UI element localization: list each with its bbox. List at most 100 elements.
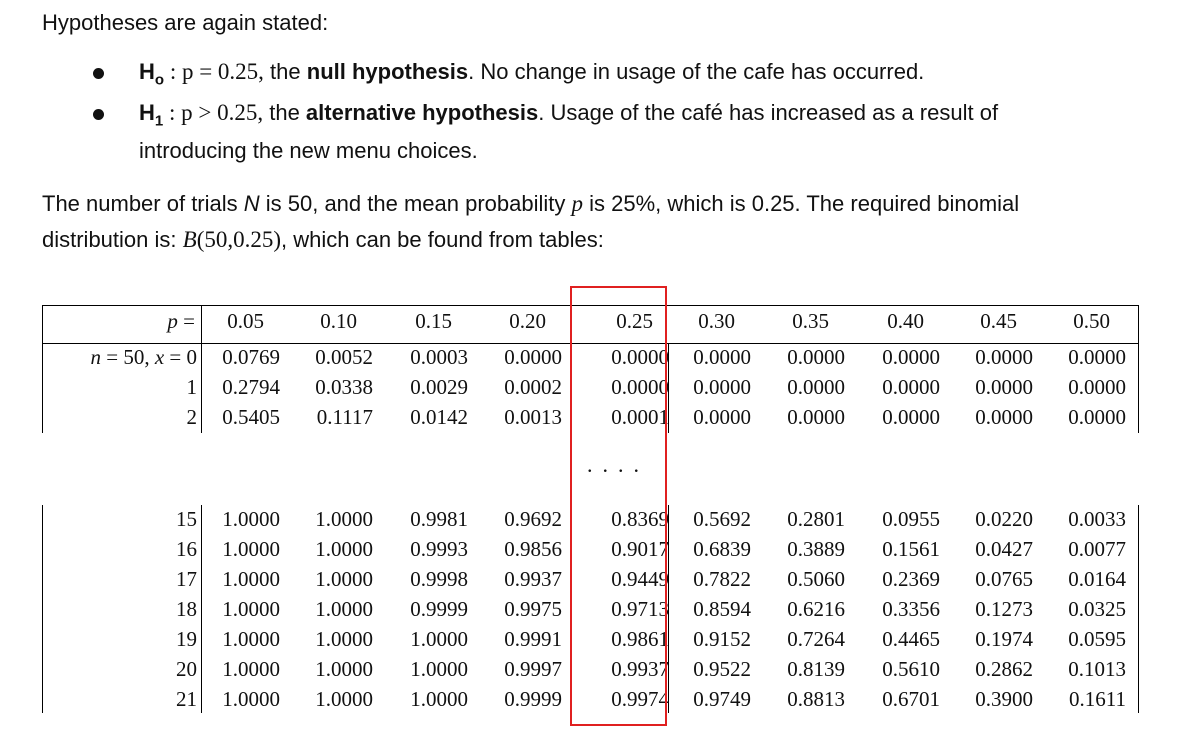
cell-x15-col6: 0.5692 <box>693 507 751 531</box>
cell-x0-col10: 0.0000 <box>1068 345 1126 369</box>
cell-x16-col3: 0.9993 <box>410 537 468 561</box>
cell-x17-col8: 0.2369 <box>882 567 940 591</box>
ellipsis: .... <box>587 452 649 477</box>
cell-x1-col7: 0.0000 <box>787 375 845 399</box>
row-label-x1: 1 <box>186 375 198 399</box>
cell-x18-col3: 0.9999 <box>410 597 468 621</box>
cell-x21-col6: 0.9749 <box>693 687 751 711</box>
cell-x20-col6: 0.9522 <box>693 657 751 681</box>
column-header-0.10: 0.10 <box>320 309 357 333</box>
column-header-0.20: 0.20 <box>509 309 546 333</box>
cell-x1-col8: 0.0000 <box>882 375 940 399</box>
row-label-x0: n = 50, x = 0 <box>90 345 197 369</box>
table-right-border <box>1138 305 1139 433</box>
cell-x17-col1: 1.0000 <box>222 567 280 591</box>
h1-label: H1 <box>139 100 164 130</box>
cell-x0-col6: 0.0000 <box>693 345 751 369</box>
row-label-x15: 15 <box>176 507 197 531</box>
h1-line2: introducing the new menu choices. <box>139 138 478 163</box>
cell-x1-col3: 0.0029 <box>410 375 468 399</box>
cell-x2-col10: 0.0000 <box>1068 405 1126 429</box>
cell-x16-col8: 0.1561 <box>882 537 940 561</box>
cell-x2-col4: 0.0013 <box>504 405 562 429</box>
h0-math: : p = 0.25, <box>164 59 264 84</box>
h0-bold: null hypothesis <box>306 59 469 84</box>
cell-x2-col6: 0.0000 <box>693 405 751 429</box>
cell-x20-col1: 1.0000 <box>222 657 280 681</box>
row-label-x2: 2 <box>186 405 198 429</box>
cell-x21-col3: 1.0000 <box>410 687 468 711</box>
cell-x17-col2: 1.0000 <box>315 567 373 591</box>
cell-x0-col7: 0.0000 <box>787 345 845 369</box>
cell-x20-col3: 1.0000 <box>410 657 468 681</box>
cell-x18-col1: 1.0000 <box>222 597 280 621</box>
h1-math: : p > 0.25, <box>163 100 264 125</box>
intro-heading: Hypotheses are again stated: <box>42 10 329 35</box>
cell-x18-col9: 0.1273 <box>975 597 1033 621</box>
cell-x18-col4: 0.9975 <box>504 597 562 621</box>
cell-x18-col8: 0.3356 <box>882 597 940 621</box>
cell-x21-col1: 1.0000 <box>222 687 280 711</box>
row-label-x17: 17 <box>176 567 197 591</box>
cell-x2-col7: 0.0000 <box>787 405 845 429</box>
cell-x18-col10: 0.0325 <box>1068 597 1126 621</box>
cell-x15-col4: 0.9692 <box>504 507 562 531</box>
cell-x21-col7: 0.8813 <box>787 687 845 711</box>
cell-x17-col7: 0.5060 <box>787 567 845 591</box>
cell-x17-col3: 0.9998 <box>410 567 468 591</box>
cell-x2-col3: 0.0142 <box>410 405 468 429</box>
row-label-x20: 20 <box>176 657 197 681</box>
cell-x19-col7: 0.7264 <box>787 627 845 651</box>
column-header-0.45: 0.45 <box>980 309 1017 333</box>
cell-x20-col10: 0.1013 <box>1068 657 1126 681</box>
cell-x18-col2: 1.0000 <box>315 597 373 621</box>
cell-x19-col10: 0.0595 <box>1068 627 1126 651</box>
cell-x15-col10: 0.0033 <box>1068 507 1126 531</box>
cell-x0-col8: 0.0000 <box>882 345 940 369</box>
cell-x17-col9: 0.0765 <box>975 567 1033 591</box>
cell-x17-col6: 0.7822 <box>693 567 751 591</box>
h0-text: Ho : p = 0.25, the null hypothesis. No c… <box>139 59 925 89</box>
cell-x16-col7: 0.3889 <box>787 537 845 561</box>
cell-x19-col3: 1.0000 <box>410 627 468 651</box>
cell-x1-col2: 0.0338 <box>315 375 373 399</box>
row-label-x21: 21 <box>176 687 197 711</box>
cell-x21-col10: 0.1611 <box>1069 687 1126 711</box>
cell-x17-col10: 0.0164 <box>1068 567 1126 591</box>
cell-x15-col8: 0.0955 <box>882 507 940 531</box>
h1-bold: alternative hypothesis <box>305 100 539 125</box>
cell-x1-col4: 0.0002 <box>504 375 562 399</box>
cell-x21-col4: 0.9999 <box>504 687 562 711</box>
cell-x16-col4: 0.9856 <box>504 537 562 561</box>
column-header-0.50: 0.50 <box>1073 309 1110 333</box>
cell-x20-col8: 0.5610 <box>882 657 940 681</box>
cell-x18-col7: 0.6216 <box>787 597 845 621</box>
cell-x20-col7: 0.8139 <box>787 657 845 681</box>
highlight-column-box <box>570 286 667 726</box>
cell-x2-col1: 0.5405 <box>222 405 280 429</box>
cell-x19-col8: 0.4465 <box>882 627 940 651</box>
cell-x15-col2: 1.0000 <box>315 507 373 531</box>
cell-x16-col6: 0.6839 <box>693 537 751 561</box>
bullet-dot <box>93 68 104 79</box>
cell-x1-col6: 0.0000 <box>693 375 751 399</box>
cell-x0-col3: 0.0003 <box>410 345 468 369</box>
column-header-0.30: 0.30 <box>698 309 735 333</box>
cell-x0-col1: 0.0769 <box>222 345 280 369</box>
cell-x1-col10: 0.0000 <box>1068 375 1126 399</box>
cell-x0-col4: 0.0000 <box>504 345 562 369</box>
column-header-0.40: 0.40 <box>887 309 924 333</box>
cell-x17-col4: 0.9937 <box>504 567 562 591</box>
column-header-0.05: 0.05 <box>227 309 264 333</box>
cell-x19-col2: 1.0000 <box>315 627 373 651</box>
cell-x21-col2: 1.0000 <box>315 687 373 711</box>
cell-x19-col4: 0.9991 <box>504 627 562 651</box>
p-header: p = <box>167 309 195 333</box>
cell-x1-col9: 0.0000 <box>975 375 1033 399</box>
cell-x0-col2: 0.0052 <box>315 345 373 369</box>
cell-x16-col2: 1.0000 <box>315 537 373 561</box>
row-label-x19: 19 <box>176 627 197 651</box>
cell-x19-col6: 0.9152 <box>693 627 751 651</box>
cell-x19-col9: 0.1974 <box>975 627 1033 651</box>
description-paragraph: The number of trials N is 50, and the me… <box>42 191 1020 252</box>
